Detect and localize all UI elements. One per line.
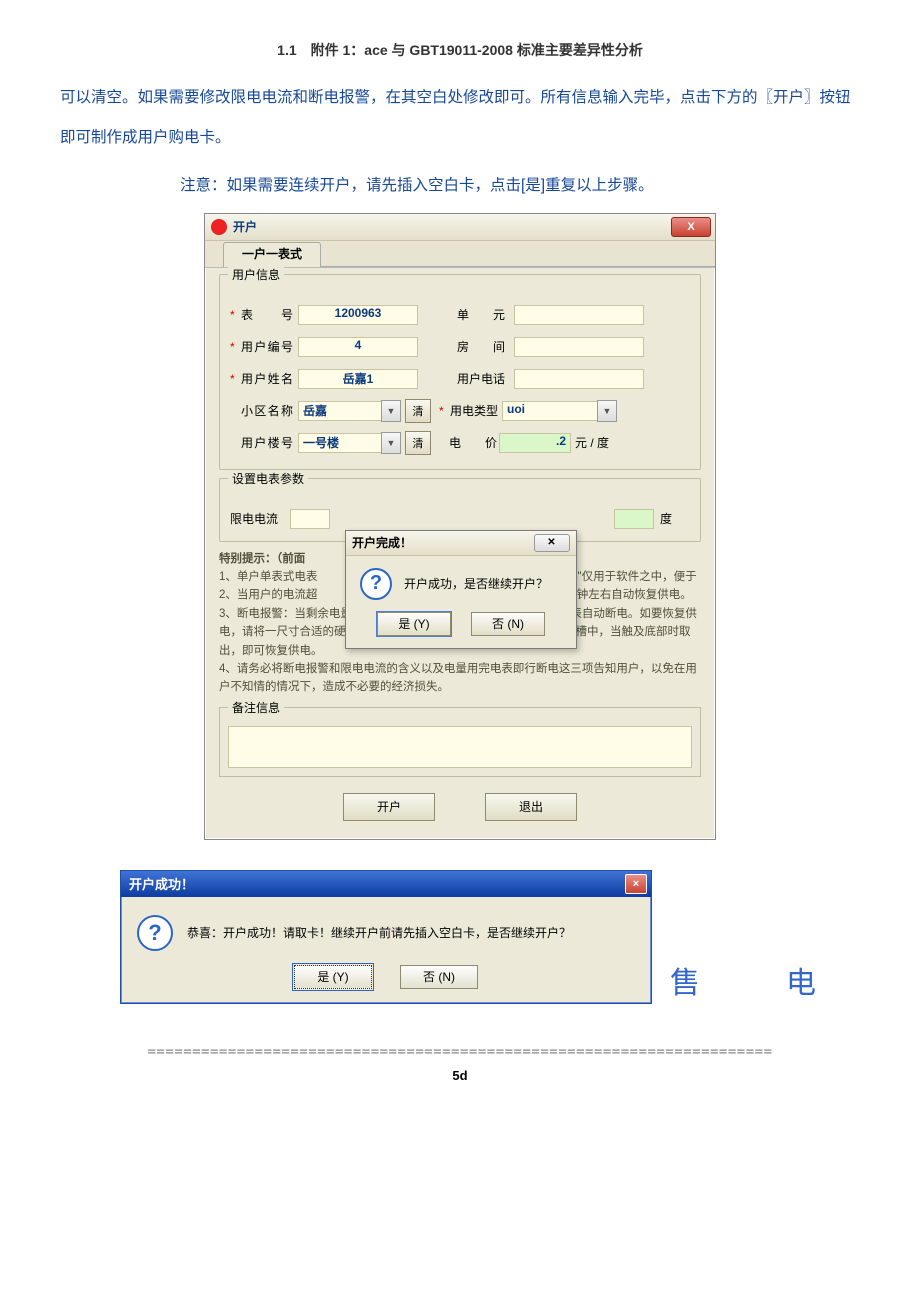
tab-single-meter[interactable]: 一户一表式: [223, 242, 321, 267]
question-icon: ?: [360, 568, 392, 600]
close-button[interactable]: ×: [625, 874, 647, 894]
label-user-no: 用户编号: [241, 338, 293, 355]
open-account-window: 开户 X 一户一表式 用户信息 *表 号 1200963 单 元 *用户编号 4: [204, 213, 716, 840]
area-combo[interactable]: 岳嘉: [298, 401, 382, 421]
yes-button[interactable]: 是 (Y): [294, 965, 372, 989]
modal-close-button[interactable]: ✕: [534, 534, 570, 552]
question-icon: ?: [137, 915, 173, 951]
user-info-group: 用户信息 *表 号 1200963 单 元 *用户编号 4 房 间 *: [219, 274, 701, 470]
titlebar[interactable]: 开户成功！ ×: [121, 871, 651, 897]
clear-area-button[interactable]: 清: [405, 399, 431, 423]
side-heading: 售 电: [670, 958, 844, 1002]
degree-unit: 度: [660, 510, 690, 527]
meter-no-input[interactable]: 1200963: [298, 305, 418, 325]
app-icon: [211, 219, 227, 235]
footer-divider: ========================================…: [110, 1044, 810, 1060]
label-building: 用户楼号: [241, 434, 293, 451]
success-dialog: 开户成功！ × ? 恭喜：开户成功！请取卡！继续开户前请先插入空白卡，是否继续开…: [120, 870, 652, 1004]
modal-title: 开户完成！: [352, 534, 412, 551]
group-label: 用户信息: [228, 266, 284, 283]
no-button[interactable]: 否 (N): [400, 965, 478, 989]
room-input[interactable]: [514, 337, 644, 357]
no-button[interactable]: 否 (N): [471, 612, 545, 636]
modal-message: 开户成功，是否继续开户？: [404, 575, 548, 592]
label-phone: 用户电话: [448, 370, 514, 387]
doc-header: 1.1 附件 1：ace 与 GBT19011-2008 标准主要差异性分析: [60, 40, 860, 60]
label-price: 电 价: [447, 434, 499, 451]
unit-input[interactable]: [514, 305, 644, 325]
remark-group: 备注信息: [219, 707, 701, 777]
dialog-title: 开户成功！: [129, 874, 194, 893]
limit-current-input[interactable]: [290, 509, 330, 529]
open-account-button[interactable]: 开户: [343, 793, 435, 821]
chevron-down-icon[interactable]: ▼: [597, 400, 617, 422]
page-number: 5d: [60, 1068, 860, 1083]
group-label: 设置电表参数: [228, 470, 308, 487]
label-area: 小区名称: [241, 402, 293, 419]
user-name-input[interactable]: 岳嘉1: [298, 369, 418, 389]
close-button[interactable]: X: [671, 217, 711, 237]
exit-button[interactable]: 退出: [485, 793, 577, 821]
user-no-input[interactable]: 4: [298, 337, 418, 357]
group-label: 备注信息: [228, 699, 284, 716]
note-paragraph: 注意：如果需要连续开户，请先插入空白卡，点击[是]重复以上步骤。: [180, 173, 860, 195]
clear-building-button[interactable]: 清: [405, 431, 431, 455]
chevron-down-icon[interactable]: ▼: [381, 400, 401, 422]
label-user-name: 用户姓名: [241, 370, 293, 387]
yes-button[interactable]: 是 (Y): [377, 612, 451, 636]
window-title: 开户: [233, 218, 257, 235]
label-room: 房 间: [448, 338, 514, 355]
confirm-modal: 开户完成！ ✕ ? 开户成功，是否继续开户？ 是 (Y) 否 (N): [345, 530, 577, 649]
remark-textarea[interactable]: [228, 726, 692, 768]
label-elec-type: 用电类型: [450, 402, 502, 419]
label-limit-current: 限电电流: [230, 510, 290, 527]
chevron-down-icon[interactable]: ▼: [381, 432, 401, 454]
price-input[interactable]: .2: [499, 433, 571, 453]
dialog-message: 恭喜：开户成功！请取卡！继续开户前请先插入空白卡，是否继续开户？: [187, 924, 571, 941]
phone-input[interactable]: [514, 369, 644, 389]
building-combo[interactable]: 一号楼: [298, 433, 382, 453]
price-unit: 元 / 度: [575, 434, 609, 451]
label-unit: 单 元: [448, 306, 514, 323]
body-paragraph: 可以清空。如果需要修改限电电流和断电报警，在其空白处修改即可。所有信息输入完毕，…: [60, 78, 860, 159]
elec-type-combo[interactable]: uoi: [502, 401, 598, 421]
titlebar[interactable]: 开户 X: [205, 214, 715, 241]
degree-input[interactable]: [614, 509, 654, 529]
label-meter-no: 表 号: [241, 306, 293, 323]
